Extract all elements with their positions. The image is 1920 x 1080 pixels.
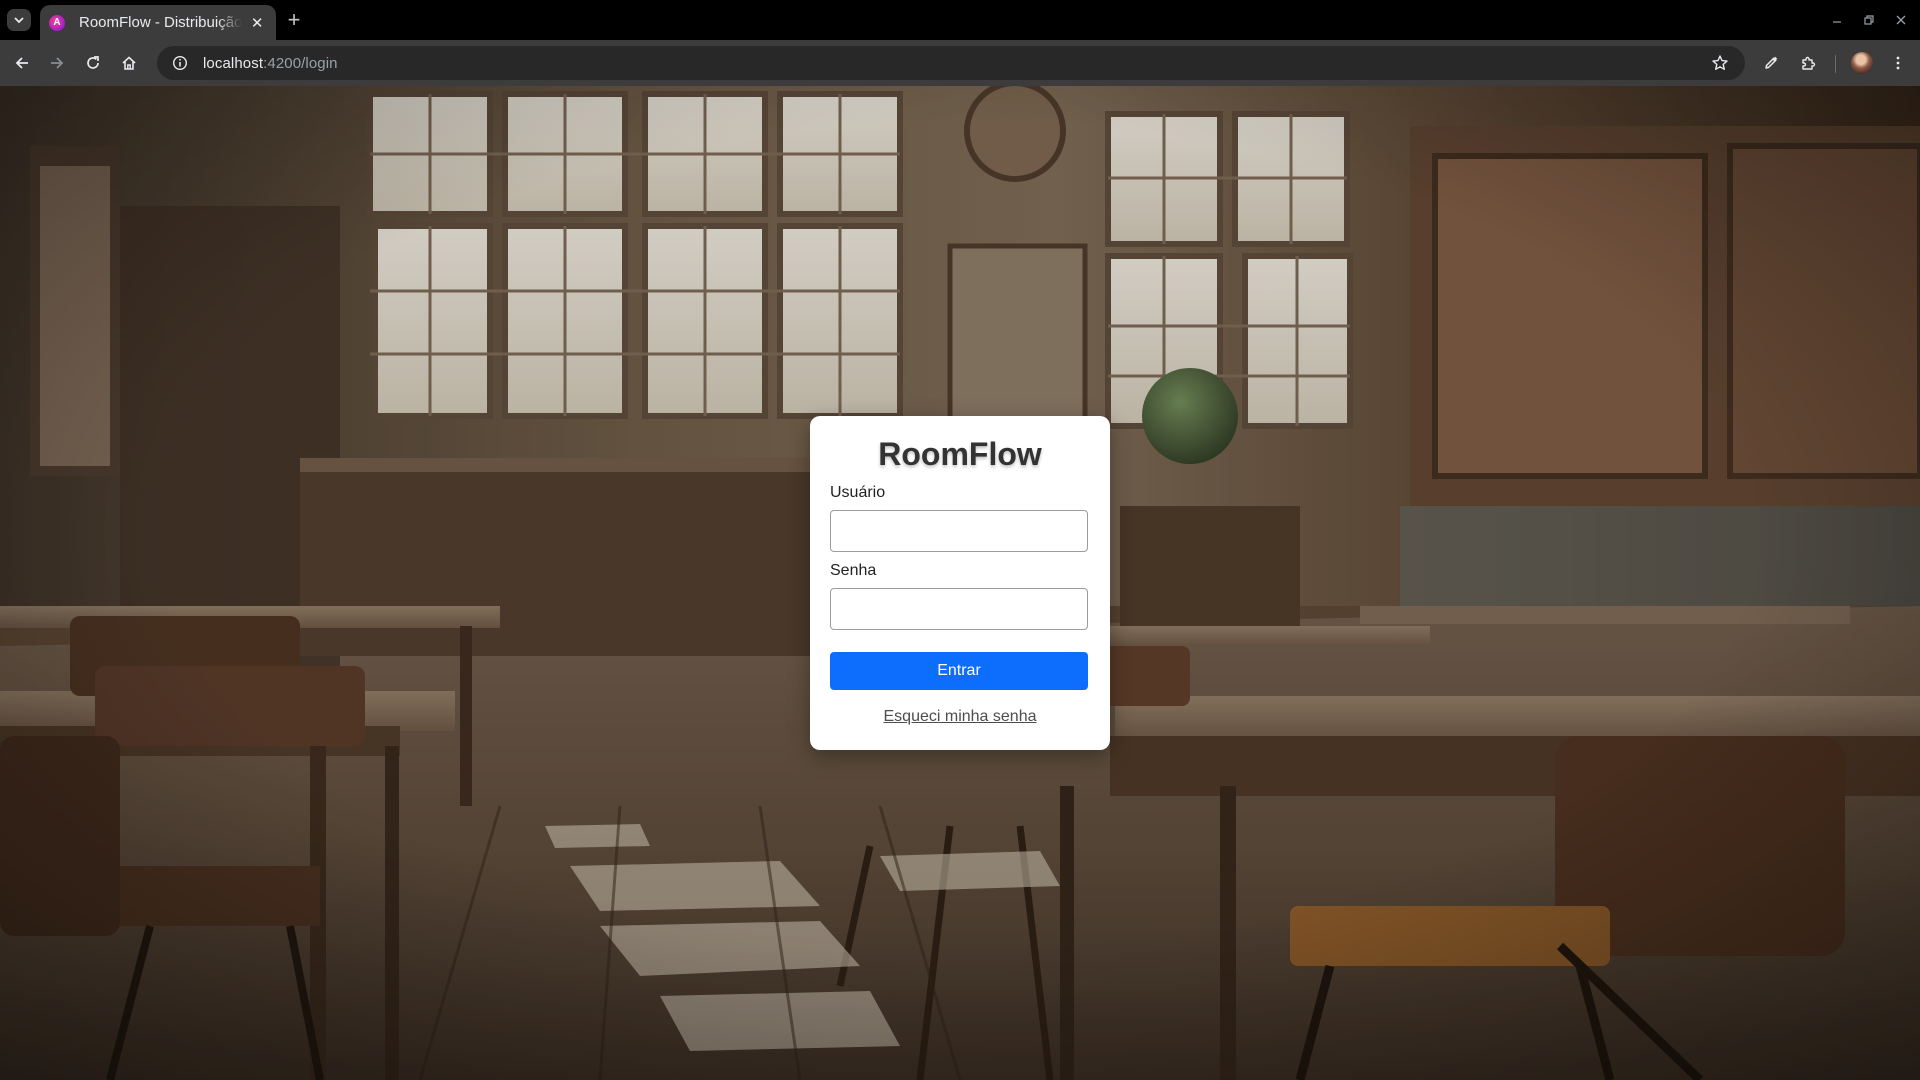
pen-icon xyxy=(1765,56,1778,69)
restore-icon xyxy=(1864,15,1874,25)
password-label: Senha xyxy=(830,562,877,579)
browser-menu-button[interactable] xyxy=(1885,50,1911,76)
minimize-button[interactable] xyxy=(1822,8,1852,32)
password-input[interactable] xyxy=(830,588,1088,630)
close-window-icon xyxy=(1896,15,1906,25)
star-icon[interactable] xyxy=(1711,54,1729,72)
tab-strip: A RoomFlow - Distribuição de Salas ✕ + xyxy=(0,0,1920,40)
close-window-button[interactable] xyxy=(1886,8,1916,32)
forgot-password-link[interactable]: Esqueci minha senha xyxy=(830,708,1090,726)
username-input[interactable] xyxy=(830,510,1088,552)
address-bar[interactable]: localhost:4200/login xyxy=(157,46,1745,80)
close-icon[interactable]: ✕ xyxy=(248,14,266,32)
extensions-button[interactable] xyxy=(1795,50,1821,76)
forward-button[interactable] xyxy=(44,50,70,76)
plus-icon: + xyxy=(287,7,301,32)
login-button[interactable]: Entrar xyxy=(830,652,1088,690)
browser-tab-active[interactable]: A RoomFlow - Distribuição de Salas ✕ xyxy=(40,5,276,40)
profile-avatar[interactable] xyxy=(1851,52,1873,74)
puzzle-icon xyxy=(1802,56,1816,70)
arrow-left-icon xyxy=(15,57,28,69)
edit-button[interactable] xyxy=(1758,50,1784,76)
app-title: RoomFlow xyxy=(878,436,1042,472)
restore-button[interactable] xyxy=(1854,8,1884,32)
angular-favicon-icon: A xyxy=(49,14,65,31)
tab-search-button[interactable] xyxy=(7,9,31,31)
reload-icon xyxy=(87,56,99,69)
browser-toolbar: localhost:4200/login xyxy=(0,40,1920,86)
reload-button[interactable] xyxy=(80,50,106,76)
login-card: RoomFlow Usuário Senha Entrar Esqueci mi… xyxy=(810,416,1110,750)
home-button[interactable] xyxy=(116,50,142,76)
new-tab-button[interactable]: + xyxy=(282,7,306,32)
page-viewport: RoomFlow Usuário Senha Entrar Esqueci mi… xyxy=(0,86,1920,1080)
arrow-right-icon xyxy=(51,57,64,69)
home-icon xyxy=(122,56,136,70)
info-icon[interactable] xyxy=(171,54,189,72)
toolbar-divider xyxy=(1835,55,1836,73)
kebab-icon xyxy=(1896,56,1900,70)
tab-title: RoomFlow - Distribuição de Salas xyxy=(79,14,243,31)
chevron-down-icon xyxy=(14,17,24,24)
url-text: localhost:4200/login xyxy=(203,54,338,72)
back-button[interactable] xyxy=(9,50,35,76)
minimize-icon xyxy=(1833,21,1841,23)
username-label: Usuário xyxy=(830,484,886,501)
